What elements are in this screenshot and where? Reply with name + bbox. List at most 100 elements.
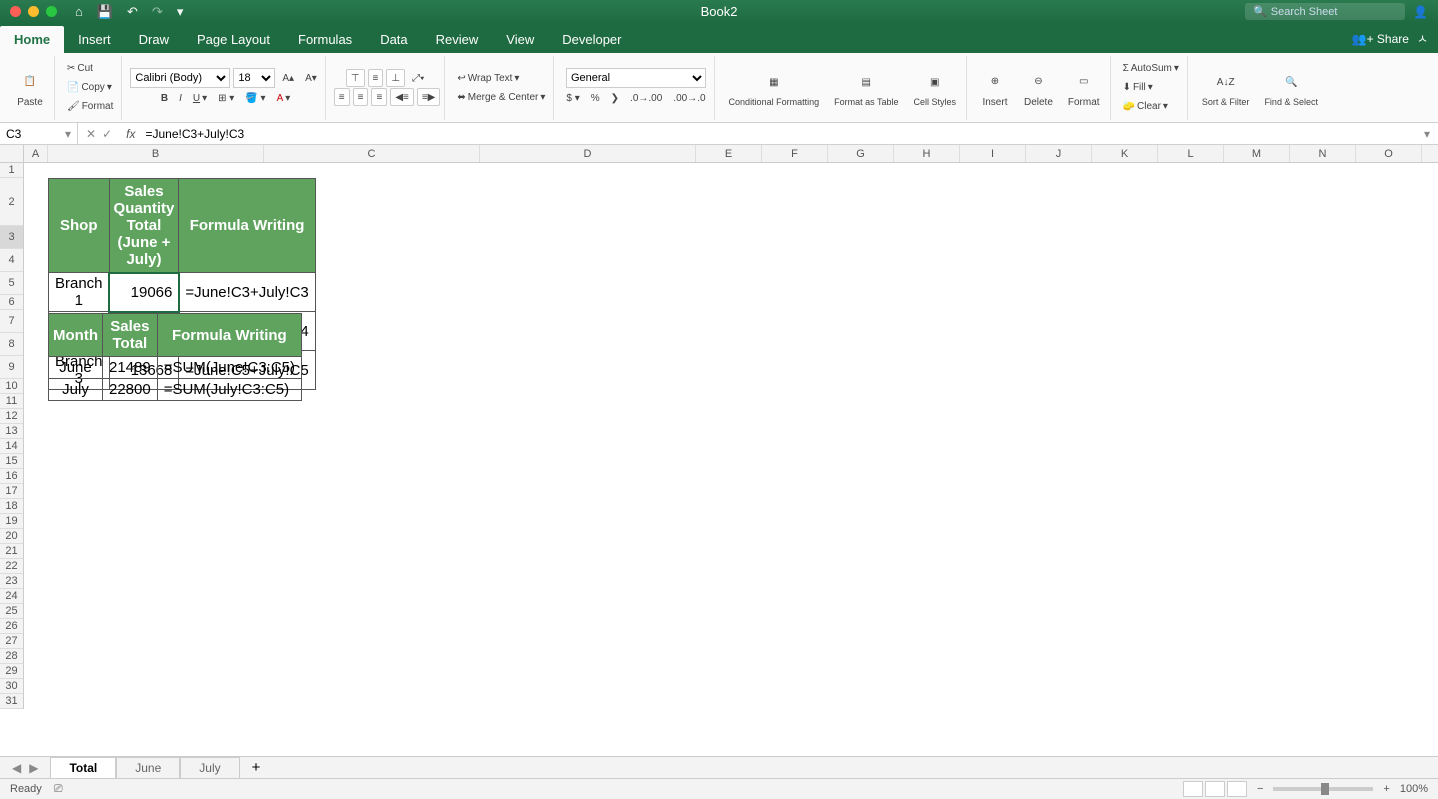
table-cell[interactable]: June [49, 357, 103, 379]
normal-view-icon[interactable] [1183, 781, 1203, 797]
column-header[interactable]: M [1224, 145, 1290, 162]
column-header[interactable]: A [24, 145, 48, 162]
row-header[interactable]: 31 [0, 694, 23, 709]
column-header[interactable]: H [894, 145, 960, 162]
row-header[interactable]: 26 [0, 619, 23, 634]
copy-button[interactable]: 📄 Copy ▾ [63, 79, 116, 97]
collapse-ribbon-icon[interactable]: ㅅ [1417, 30, 1428, 47]
fill-color-button[interactable]: 🪣 ▾ [241, 89, 269, 107]
font-color-button[interactable]: A ▾ [273, 89, 295, 107]
row-header[interactable]: 10 [0, 379, 23, 394]
wrap-text-button[interactable]: ↩ Wrap Text ▾ [453, 69, 523, 87]
row-header[interactable]: 28 [0, 649, 23, 664]
conditional-formatting-button[interactable]: ▦Conditional Formatting [723, 60, 826, 116]
table-cell[interactable]: 22800 [102, 379, 157, 401]
column-header[interactable]: D [480, 145, 696, 162]
row-header[interactable]: 21 [0, 544, 23, 559]
zoom-slider[interactable] [1273, 787, 1373, 791]
table-header[interactable]: Month [49, 314, 103, 357]
row-header[interactable]: 24 [0, 589, 23, 604]
underline-button[interactable]: U ▾ [189, 89, 211, 107]
tab-view[interactable]: View [492, 26, 548, 53]
column-header[interactable]: L [1158, 145, 1224, 162]
tab-review[interactable]: Review [422, 26, 493, 53]
sort-filter-button[interactable]: A↓ZSort & Filter [1196, 60, 1256, 116]
minimize-window-icon[interactable] [28, 6, 39, 17]
decrease-indent-icon[interactable]: ◀≡ [390, 88, 414, 106]
row-header[interactable]: 18 [0, 499, 23, 514]
column-header[interactable]: O [1356, 145, 1422, 162]
table-cell[interactable]: =SUM(June!C3:C5) [157, 357, 301, 379]
page-break-view-icon[interactable] [1227, 781, 1247, 797]
zoom-level[interactable]: 100% [1400, 783, 1428, 795]
row-header[interactable]: 12 [0, 409, 23, 424]
zoom-in-icon[interactable]: + [1383, 783, 1389, 795]
sheet-nav-prev-icon[interactable]: ◀ [12, 761, 21, 775]
tab-page-layout[interactable]: Page Layout [183, 26, 284, 53]
fill-button[interactable]: ⬇ Fill ▾ [1119, 79, 1157, 97]
tab-insert[interactable]: Insert [64, 26, 125, 53]
row-header[interactable]: 16 [0, 469, 23, 484]
expand-formula-bar-icon[interactable]: ▾ [1416, 127, 1438, 141]
table-cell[interactable]: 19066 [109, 273, 179, 312]
number-format-select[interactable]: General [566, 68, 706, 88]
align-middle-icon[interactable]: ≡ [368, 69, 384, 87]
row-header[interactable]: 13 [0, 424, 23, 439]
row-header[interactable]: 3 [0, 226, 23, 249]
sheet-tab-june[interactable]: June [116, 757, 180, 778]
add-sheet-button[interactable]: + [240, 759, 273, 776]
currency-icon[interactable]: $ ▾ [562, 89, 583, 107]
row-header[interactable]: 23 [0, 574, 23, 589]
table-header[interactable]: Formula Writing [179, 179, 315, 273]
sheet-tab-july[interactable]: July [180, 757, 239, 778]
table-header[interactable]: Sales Quantity Total (June + July) [109, 179, 179, 273]
column-header[interactable]: N [1290, 145, 1356, 162]
table-cell[interactable]: =June!C3+July!C3 [179, 273, 315, 312]
row-header[interactable]: 22 [0, 559, 23, 574]
row-header[interactable]: 20 [0, 529, 23, 544]
row-header[interactable]: 6 [0, 295, 23, 310]
maximize-window-icon[interactable] [46, 6, 57, 17]
row-header[interactable]: 4 [0, 249, 23, 272]
enter-formula-icon[interactable]: ✓ [102, 127, 112, 141]
sheet-nav-next-icon[interactable]: ▶ [29, 761, 38, 775]
row-header[interactable]: 15 [0, 454, 23, 469]
format-as-table-button[interactable]: ▤Format as Table [828, 60, 904, 116]
font-name-select[interactable]: Calibri (Body) [130, 68, 230, 88]
bold-button[interactable]: B [157, 89, 172, 107]
column-header[interactable]: E [696, 145, 762, 162]
paste-button[interactable]: 📋 Paste [10, 60, 50, 116]
qat-more-icon[interactable]: ▾ [177, 4, 184, 20]
table-header[interactable]: Shop [49, 179, 110, 273]
percent-icon[interactable]: % [587, 89, 604, 107]
name-box[interactable]: C3▾ [0, 123, 78, 144]
row-header[interactable]: 27 [0, 634, 23, 649]
page-layout-view-icon[interactable] [1205, 781, 1225, 797]
close-window-icon[interactable] [10, 6, 21, 17]
increase-font-icon[interactable]: A▴ [278, 69, 298, 87]
autosum-button[interactable]: Σ AutoSum ▾ [1119, 60, 1183, 78]
column-header[interactable]: G [828, 145, 894, 162]
share-button[interactable]: 👥+ Share [1352, 32, 1409, 46]
insert-cells-button[interactable]: ⊕Insert [975, 60, 1015, 116]
borders-button[interactable]: ⊞ ▾ [214, 89, 238, 107]
tab-developer[interactable]: Developer [548, 26, 635, 53]
row-header[interactable]: 1 [0, 163, 23, 178]
format-cells-button[interactable]: ▭Format [1062, 60, 1106, 116]
align-center-icon[interactable]: ≡ [353, 88, 369, 106]
clear-button[interactable]: 🧽 Clear ▾ [1119, 98, 1172, 116]
row-header[interactable]: 8 [0, 333, 23, 356]
row-header[interactable]: 2 [0, 178, 23, 226]
tab-data[interactable]: Data [366, 26, 421, 53]
orientation-icon[interactable]: ⤢▾ [408, 69, 428, 87]
comma-icon[interactable]: ❯ [607, 89, 623, 107]
table-cell[interactable]: =SUM(July!C3:C5) [157, 379, 301, 401]
user-icon[interactable]: 👤 [1413, 5, 1428, 19]
tab-formulas[interactable]: Formulas [284, 26, 366, 53]
align-left-icon[interactable]: ≡ [334, 88, 350, 106]
align-top-icon[interactable]: ⊤ [346, 69, 365, 87]
row-header[interactable]: 17 [0, 484, 23, 499]
table-cell[interactable]: Branch 1 [49, 273, 110, 312]
redo-icon[interactable]: ↷ [152, 4, 163, 20]
cut-button[interactable]: ✂ Cut [63, 60, 97, 78]
